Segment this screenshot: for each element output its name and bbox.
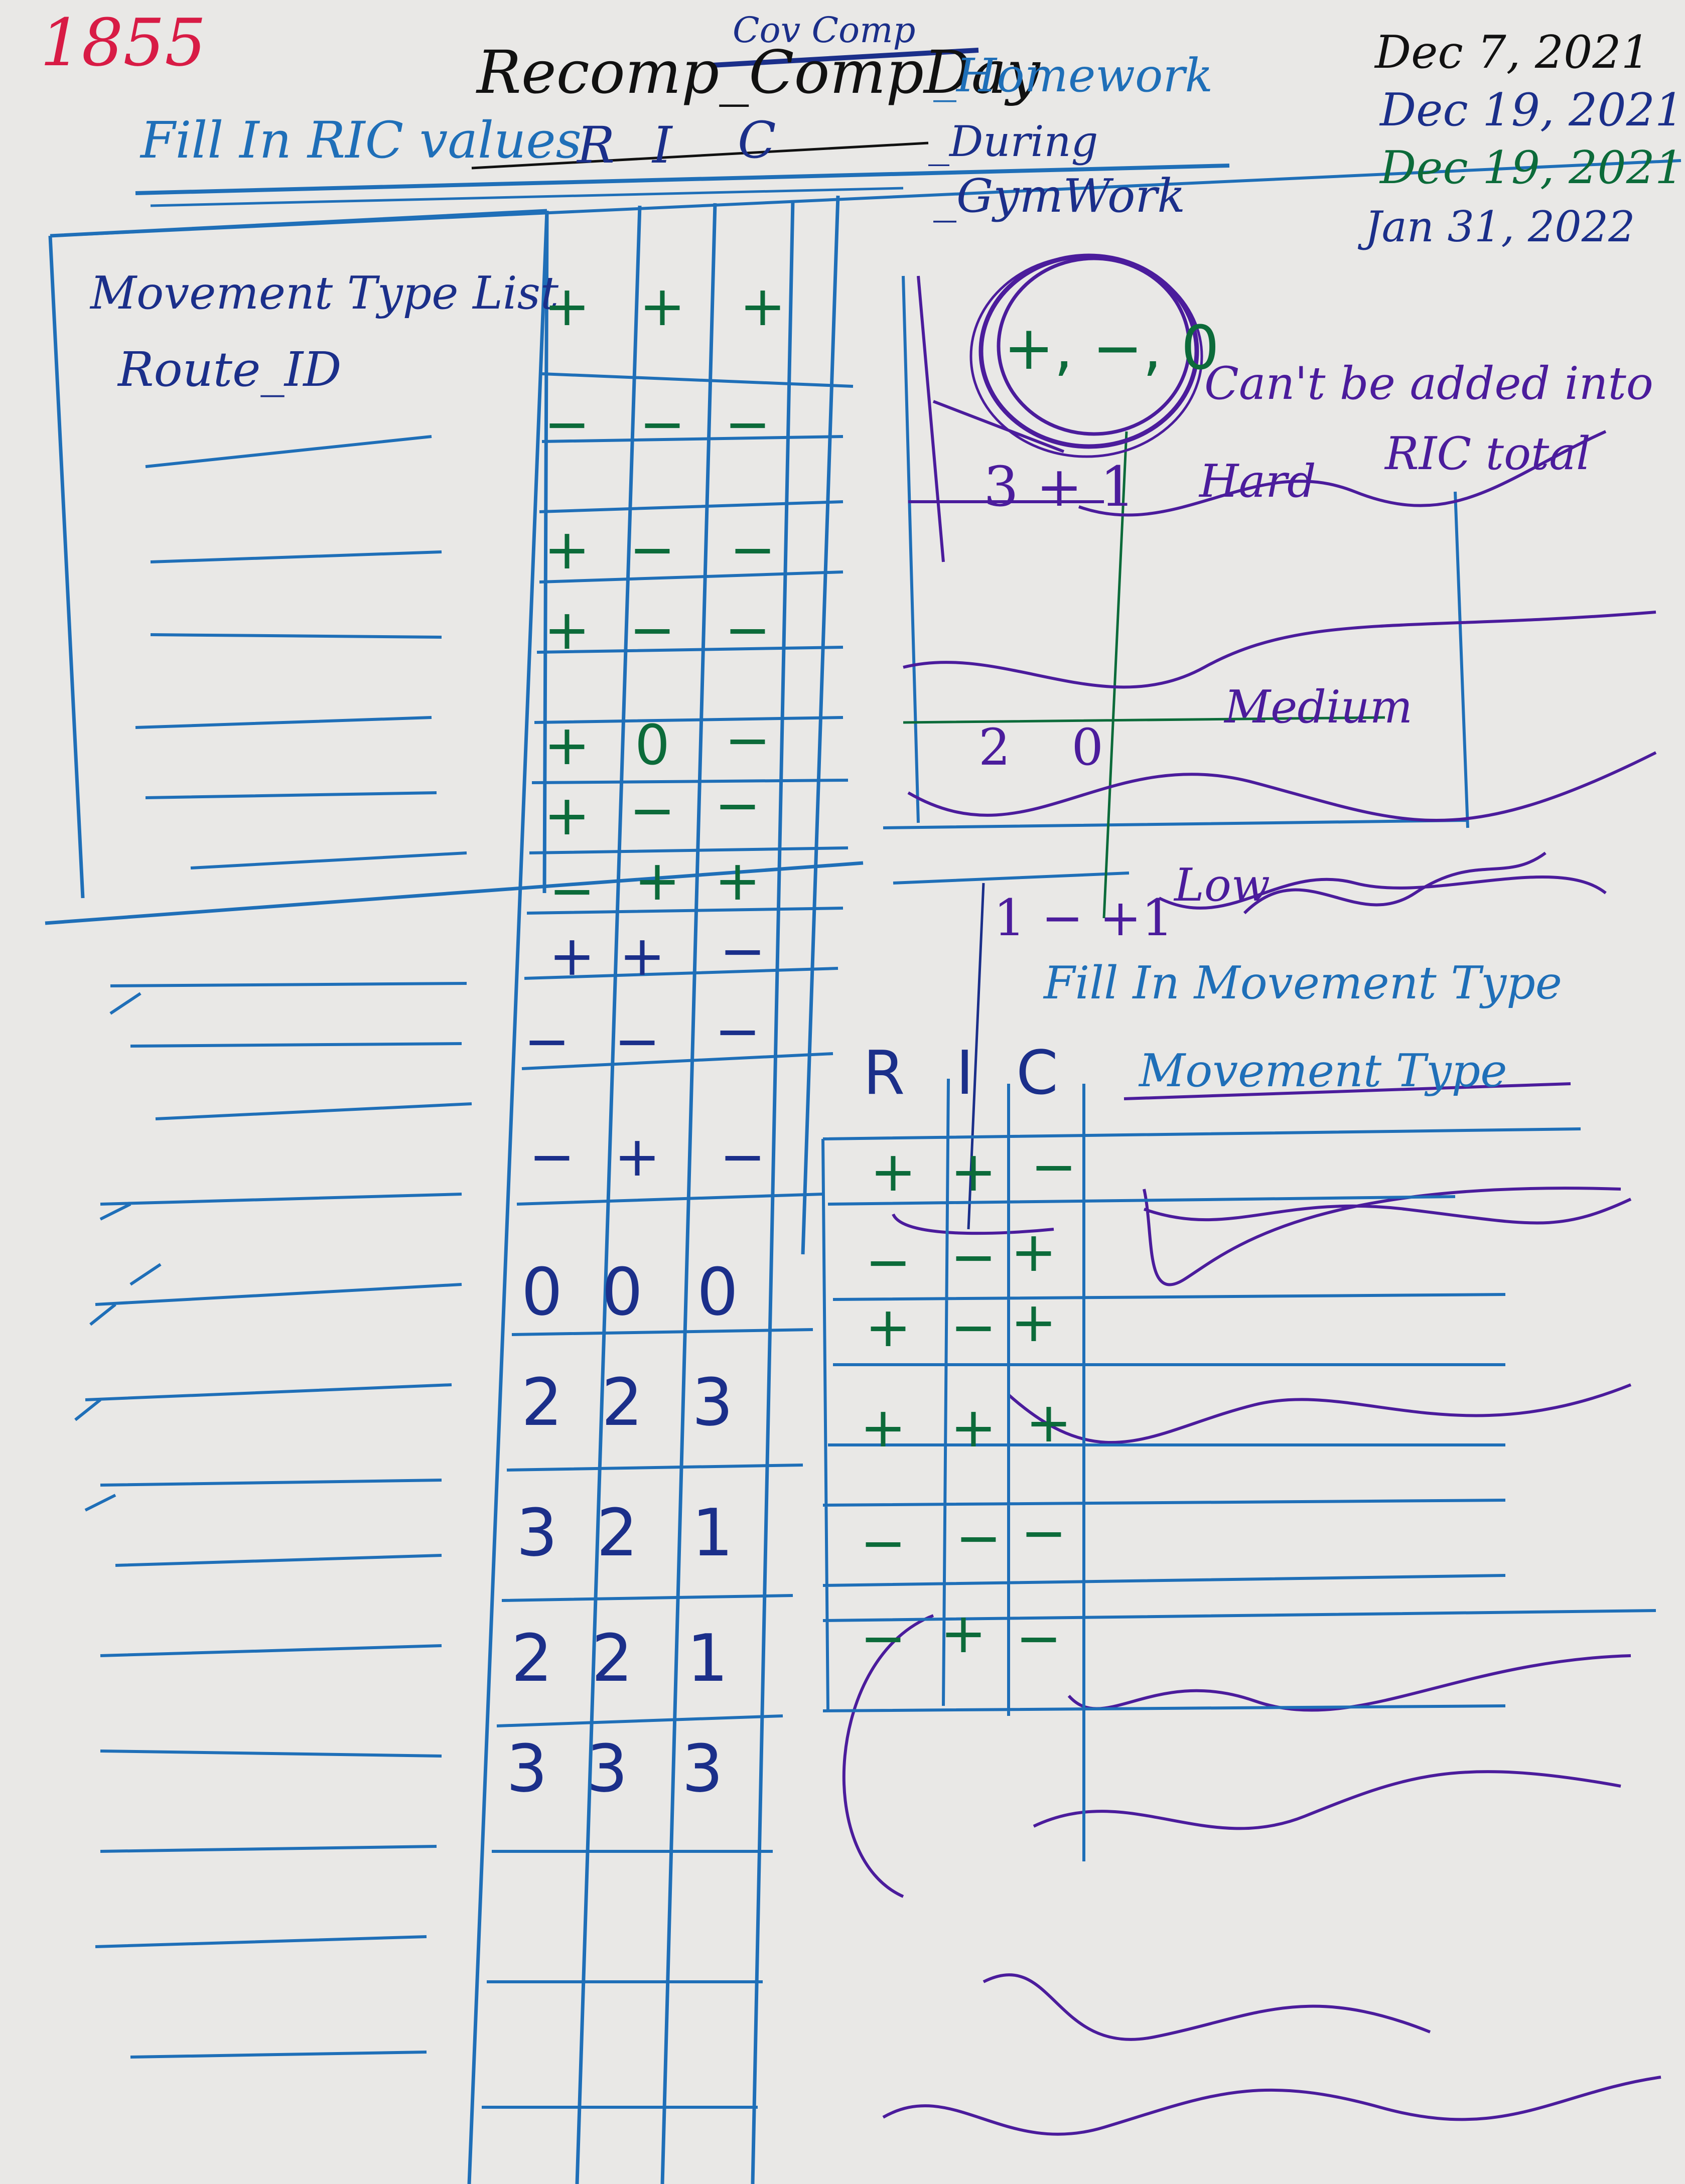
hard-values: 3 + 1 xyxy=(984,455,1136,519)
ric-cell: − xyxy=(724,708,771,772)
movement-cell: − xyxy=(950,1295,997,1359)
movement-cell: − xyxy=(1030,1134,1077,1199)
ric-cell: 0 xyxy=(635,713,670,777)
movement-cell: − xyxy=(860,1606,907,1670)
route-blank-hooks xyxy=(74,992,162,1512)
ric-header-r: R xyxy=(577,116,615,175)
ric-header-i: I xyxy=(652,116,672,175)
ric-cell: − xyxy=(629,517,676,581)
notebook-page: 1855 Cov Comp Recomp_CompDay _Homework F… xyxy=(0,0,1685,2184)
movement-header-i: I xyxy=(956,1039,974,1108)
low-values: 1 − +1 xyxy=(994,889,1174,947)
movement-header-r: R xyxy=(863,1039,905,1108)
ric-cell: 3 xyxy=(516,1495,558,1571)
movement-cell: − xyxy=(950,1225,997,1289)
ric-cell: − xyxy=(724,392,771,456)
gym-work-label: _GymWork xyxy=(933,169,1186,223)
ric-cell: − xyxy=(714,999,761,1063)
homework-label: _Homework xyxy=(933,49,1213,102)
ric-cell: − xyxy=(543,392,591,456)
movement-cell: − xyxy=(955,1506,1002,1570)
ric-cell: 0 xyxy=(521,1254,563,1330)
ric-cell: − xyxy=(724,598,771,662)
fill-in-ric-label: Fill In RIC values xyxy=(141,111,582,170)
ric-cell: − xyxy=(548,858,596,923)
note-line-2: RIC total xyxy=(1385,427,1591,480)
ric-cell: 2 xyxy=(521,1364,563,1440)
ric-cell: 3 xyxy=(586,1730,628,1807)
ric-cell: 2 xyxy=(596,1495,638,1571)
ric-cell: − xyxy=(523,1009,571,1073)
during-label: _During xyxy=(928,117,1098,166)
medium-values: 2 0 xyxy=(978,718,1104,777)
ric-cell: + xyxy=(543,517,591,581)
ric-cell: + xyxy=(548,924,596,988)
ric-cell: 2 xyxy=(591,1620,633,1696)
ric-cell: + xyxy=(634,848,681,913)
movement-cell: + xyxy=(940,1601,987,1665)
ric-cell: 3 xyxy=(691,1364,734,1440)
route-id-label: Route_ID xyxy=(118,342,342,397)
ric-cell: 2 xyxy=(511,1620,553,1696)
movement-cell: + xyxy=(1025,1390,1072,1454)
movement-cell: + xyxy=(950,1395,997,1460)
movement-cell: + xyxy=(865,1295,912,1359)
ric-cell: 0 xyxy=(696,1254,739,1330)
ric-cell: + xyxy=(543,274,591,338)
movement-header-c: C xyxy=(1016,1039,1058,1108)
movement-cell: − xyxy=(1020,1501,1067,1565)
date-entry: Jan 31, 2022 xyxy=(1365,202,1635,251)
ric-cell: + xyxy=(619,924,666,988)
medium-label: Medium xyxy=(1224,681,1413,734)
movement-cell: − xyxy=(865,1230,912,1294)
date-entry: Dec 7, 2021 xyxy=(1375,26,1650,79)
date-entry: Dec 19, 2021 xyxy=(1380,141,1684,194)
low-wave xyxy=(1243,851,1547,915)
ric-cell: − xyxy=(629,598,676,662)
ric-cell: 3 xyxy=(681,1730,724,1807)
ric-cell: + xyxy=(543,713,591,777)
ric-cell: − xyxy=(528,1124,576,1189)
fill-in-movement-type-label: Fill In Movement Type xyxy=(1044,957,1563,1009)
circled-note: +, −, 0 xyxy=(1004,314,1220,383)
hard-label: Hard xyxy=(1199,455,1316,508)
ric-cell: + xyxy=(739,274,786,338)
ric-cell: − xyxy=(614,1009,661,1073)
route-blank-lines xyxy=(85,435,472,2059)
low-label: Low xyxy=(1174,859,1270,912)
movement-type-label: Movement Type xyxy=(1139,1045,1507,1097)
ric-cell: − xyxy=(629,778,676,842)
ric-table-lines xyxy=(467,195,840,2184)
movement-cell: + xyxy=(860,1395,907,1460)
movement-cell: + xyxy=(950,1139,997,1204)
page-number: 1855 xyxy=(40,5,206,81)
ric-cell: 3 xyxy=(506,1730,548,1807)
movement-cell: − xyxy=(860,1511,907,1575)
ric-cell: 0 xyxy=(601,1254,643,1330)
ric-cell: + xyxy=(543,598,591,662)
ric-cell: − xyxy=(639,392,686,456)
ric-cell: + xyxy=(543,783,591,847)
movement-cell: + xyxy=(1010,1220,1057,1284)
movement-cell: − xyxy=(1015,1606,1062,1670)
note-line-1: Can't be added into xyxy=(1204,357,1653,410)
date-entry: Dec 19, 2021 xyxy=(1380,84,1684,136)
movement-cell: + xyxy=(1010,1290,1057,1354)
ric-cell: + xyxy=(614,1124,661,1189)
movement-cell: + xyxy=(870,1139,917,1204)
ric-cell: + xyxy=(714,848,761,913)
ric-cell: − xyxy=(729,517,776,581)
ric-cell: − xyxy=(714,773,761,837)
ric-cell: 2 xyxy=(601,1364,643,1440)
ric-cell: − xyxy=(719,1124,766,1189)
ric-header-c: C xyxy=(738,111,776,170)
ric-cell: 1 xyxy=(686,1620,729,1696)
ric-cell: − xyxy=(719,919,766,983)
movement-type-list-label: Movement Type List xyxy=(90,267,559,320)
ric-cell: 1 xyxy=(691,1495,734,1571)
ric-cell: + xyxy=(639,274,686,338)
